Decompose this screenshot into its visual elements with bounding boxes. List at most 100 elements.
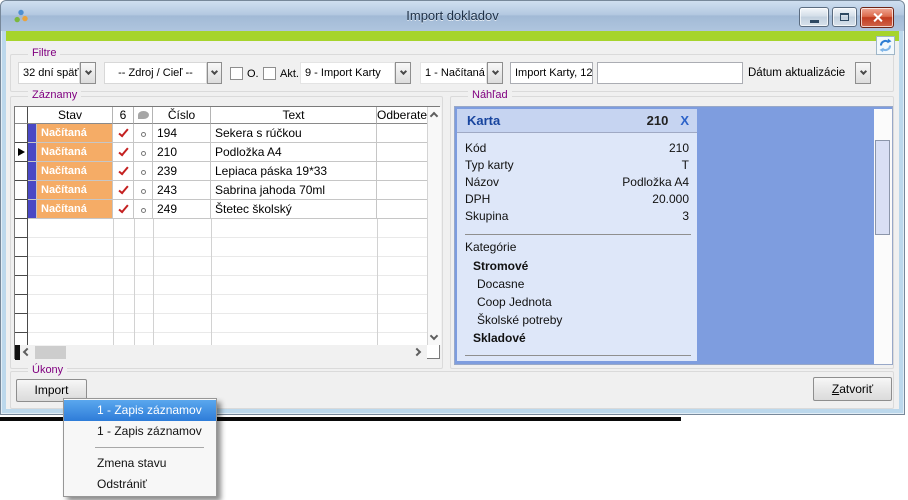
status-dropdown-button[interactable]: [487, 62, 503, 84]
field-label: DPH: [465, 191, 490, 207]
row-number: 249: [153, 200, 211, 219]
checkmark-icon: [118, 203, 128, 214]
dot-icon: [141, 151, 146, 156]
row-number: 194: [153, 124, 211, 143]
categories-label: Kategórie: [465, 240, 516, 254]
chevron-down-icon: [399, 68, 406, 75]
scroll-up-icon[interactable]: [430, 112, 438, 120]
field-value: 20.000: [652, 191, 689, 207]
row-number: 239: [153, 162, 211, 181]
days-back-dropdown-button[interactable]: [80, 62, 96, 84]
refresh-icon: [878, 38, 893, 53]
window-content: Filtre 32 dní späť -- Zdroj / Cieľ -- O.…: [6, 41, 899, 409]
import-type-dropdown-button[interactable]: [395, 62, 411, 84]
row-indicator: [28, 200, 37, 219]
date-update-dropdown-button[interactable]: [855, 62, 871, 84]
column-header-stav[interactable]: Stav: [28, 107, 113, 124]
minimize-icon: [810, 20, 819, 23]
checkbox-o[interactable]: [230, 67, 243, 80]
row-odberatel: [377, 162, 427, 181]
table-vertical-scrollbar[interactable]: [427, 107, 441, 345]
preview-scrollbar[interactable]: [874, 109, 892, 364]
row-note-cell: [134, 162, 153, 181]
preview-card: Karta 210 X Kód 210 Typ karty T Názov: [457, 109, 697, 361]
empty-filter-field[interactable]: [597, 62, 743, 84]
close-dialog-button[interactable]: Zatvoriť: [813, 377, 892, 401]
row-selector-current[interactable]: [15, 143, 28, 162]
preview-field: Kód 210: [465, 140, 689, 156]
row-note-cell: [134, 143, 153, 162]
grid-line: [153, 219, 154, 345]
maximize-button[interactable]: [832, 7, 857, 27]
row-text: Sabrina jahoda 70ml: [211, 181, 377, 200]
preview-panel: Karta 210 X Kód 210 Typ karty T Názov: [454, 106, 893, 365]
field-label: Typ karty: [465, 157, 514, 173]
column-header-note[interactable]: [134, 107, 153, 124]
menu-separator: [95, 447, 204, 448]
grid-line: [211, 219, 212, 345]
menu-item-odstranit[interactable]: Odstrániť: [64, 474, 216, 495]
row-selector[interactable]: [15, 200, 28, 219]
actions-label: Úkony: [28, 364, 67, 376]
checkbox-akt[interactable]: [263, 67, 276, 80]
refresh-button[interactable]: [876, 36, 895, 55]
minimize-button[interactable]: [799, 7, 829, 27]
green-status-bar: [6, 31, 899, 41]
dot-icon: [141, 132, 146, 137]
field-label: Názov: [465, 174, 499, 190]
column-header-six[interactable]: 6: [113, 107, 134, 124]
field-label: Kód: [465, 140, 486, 156]
checkmark-icon: [118, 127, 128, 138]
row-selector[interactable]: [15, 124, 28, 143]
row-selector[interactable]: [15, 181, 28, 200]
column-header-text[interactable]: Text: [211, 107, 377, 124]
grid-line: [113, 219, 114, 345]
column-header-cislo[interactable]: Číslo: [153, 107, 211, 124]
page: Import dokladov Filtre 32 dní späť -- Zd…: [0, 0, 908, 500]
checkmark-icon: [118, 165, 128, 176]
days-back-select[interactable]: 32 dní späť: [18, 62, 80, 84]
column-header-odberatel[interactable]: Odberateľ: [377, 107, 427, 124]
category-item: Coop Jednota: [477, 295, 552, 309]
grid-line: [134, 219, 135, 345]
status-select[interactable]: 1 - Načítaná: [420, 62, 487, 84]
preview-field: Typ karty T: [465, 157, 689, 173]
menu-item-zapis-zaznamov-2[interactable]: 1 - Zapis záznamov: [64, 421, 216, 442]
scroll-left-icon[interactable]: [23, 348, 31, 356]
balloon-icon: [138, 111, 149, 119]
field-value: Podložka A4: [622, 174, 689, 190]
row-note-cell: [134, 124, 153, 143]
preview-field: DPH 20.000: [465, 191, 689, 207]
row-indicator: [28, 124, 37, 143]
field-label: Skupina: [465, 208, 508, 224]
menu-item-zapis-zaznamov-1[interactable]: 1 - Zapis záznamov: [64, 400, 216, 421]
window: Import dokladov Filtre 32 dní späť -- Zd…: [0, 0, 905, 415]
table-horizontal-scrollbar[interactable]: [15, 345, 427, 360]
card-close-button[interactable]: X: [680, 113, 689, 128]
preview-scroll-thumb[interactable]: [875, 140, 890, 235]
scroll-right-icon[interactable]: [413, 348, 421, 356]
preview-field: Skupina 3: [465, 208, 689, 224]
grid-selector-empty: [15, 219, 28, 345]
category-item: Školské potreby: [477, 313, 562, 327]
import-karty-field[interactable]: Import Karty, 12: [510, 62, 593, 84]
column-header-selector: [15, 107, 28, 124]
close-window-button[interactable]: [860, 7, 894, 28]
import-type-select[interactable]: 9 - Import Karty: [300, 62, 395, 84]
menu-item-zmena-stavu[interactable]: Zmena stavu: [64, 453, 216, 474]
row-selector[interactable]: [15, 162, 28, 181]
row-note-cell: [134, 200, 153, 219]
source-target-dropdown-button[interactable]: [207, 62, 222, 84]
row-text: Podložka A4: [211, 143, 377, 162]
card-title: Karta: [457, 113, 647, 128]
title-bar[interactable]: Import dokladov: [1, 1, 904, 31]
divider: [465, 355, 691, 356]
close-icon: [872, 12, 883, 23]
scroll-down-icon[interactable]: [430, 332, 438, 340]
chevron-down-icon: [211, 68, 218, 75]
field-value: 210: [669, 140, 689, 156]
source-target-select[interactable]: -- Zdroj / Cieľ --: [104, 62, 207, 84]
row-odberatel: [377, 181, 427, 200]
horizontal-scroll-thumb[interactable]: [35, 346, 66, 359]
row-number: 210: [153, 143, 211, 162]
